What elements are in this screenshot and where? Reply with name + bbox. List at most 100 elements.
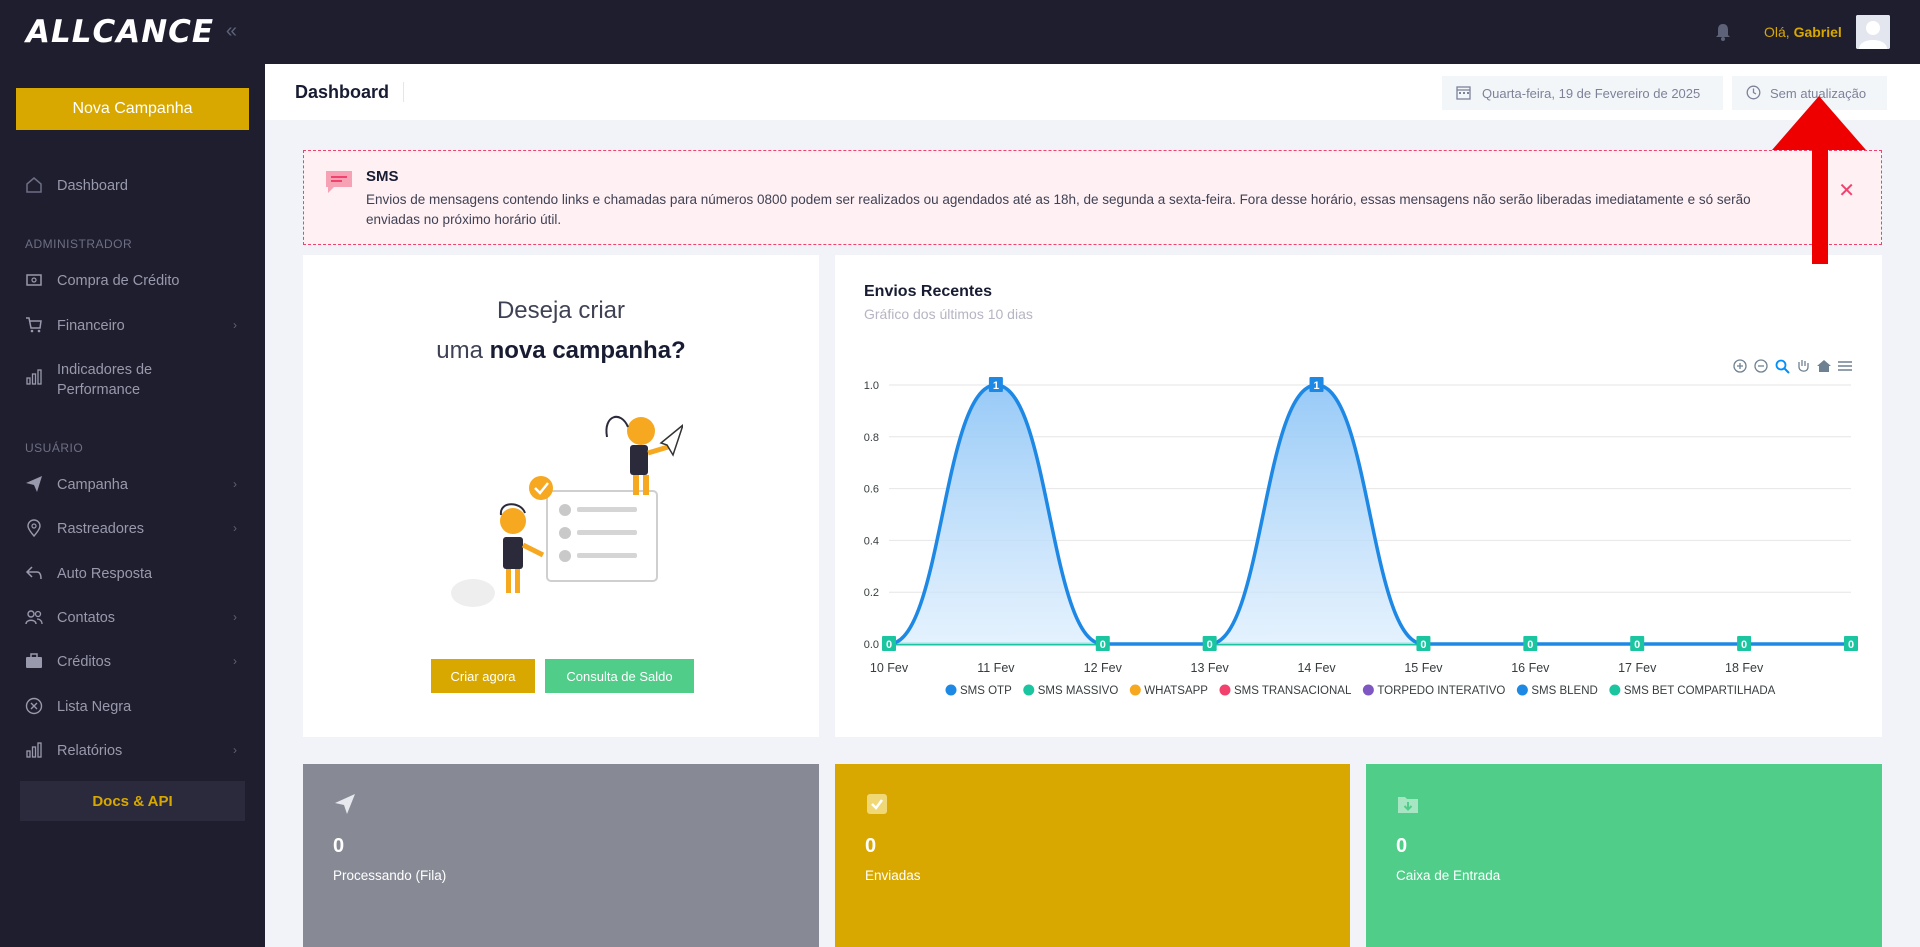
legend-marker	[1609, 684, 1621, 696]
legend-label: SMS BET COMPARTILHADA	[1624, 685, 1776, 697]
map-pin-icon	[27, 519, 41, 537]
legend-marker	[1219, 684, 1231, 696]
docs-api-button[interactable]: Docs & API	[20, 781, 245, 821]
data-label: 0	[1207, 639, 1213, 651]
x-tick-label: 16 Fev	[1511, 661, 1550, 675]
reply-icon	[25, 566, 42, 580]
alert-title: SMS	[366, 168, 399, 185]
x-tick-label: 10 Fev	[870, 661, 909, 675]
section-admin: ADMINISTRADOR	[25, 237, 133, 251]
stat-value: 0	[1396, 835, 1408, 857]
sidebar-item-label: Indicadores de Performance	[57, 362, 153, 398]
red-annotation-arrow	[1772, 96, 1866, 264]
check-balance-button[interactable]: Consulta de Saldo	[545, 659, 694, 693]
chevron-right-icon: ›	[233, 743, 237, 757]
clock-icon	[1746, 85, 1761, 100]
stat-value: 0	[333, 835, 345, 857]
stat-sent[interactable]: 0 Enviadas	[835, 764, 1350, 947]
check-square-icon	[867, 794, 887, 814]
legend-label: SMS MASSIVO	[1038, 685, 1119, 697]
chevron-right-icon: ›	[233, 318, 237, 332]
legend-label: SMS BLEND	[1531, 685, 1597, 697]
cart-icon	[26, 317, 42, 333]
recent-sends-chart-card: Envios Recentes Gráfico dos últimos 10 d…	[835, 255, 1882, 737]
users-icon	[25, 610, 43, 625]
chevron-right-icon: ›	[233, 654, 237, 668]
area-chart[interactable]: 0.0 0.2 0.4 0.6 0.8 1.0 10 Fev 11 Fev 12 Fev 13 F…	[835, 255, 1882, 737]
campaign-illustration	[451, 415, 683, 607]
collapse-sidebar-icon[interactable]: «	[226, 20, 237, 43]
x-tick-label: 11 Fev	[977, 661, 1015, 675]
dollar-icon	[26, 274, 42, 286]
cta-title-prefix: uma	[436, 337, 483, 364]
chevron-right-icon: ›	[233, 610, 237, 624]
legend-marker	[1023, 684, 1035, 696]
x-tick-label: 18 Fev	[1725, 661, 1764, 675]
sidebar-item-label: Auto Resposta	[57, 566, 153, 582]
legend-label: TORPEDO INTERATIVO	[1377, 685, 1505, 697]
user-greeting[interactable]: Olá, Gabriel	[1764, 24, 1842, 40]
data-label: 0	[1527, 639, 1533, 651]
create-now-button[interactable]: Criar agora	[431, 659, 535, 693]
x-tick-label: 13 Fev	[1191, 661, 1230, 675]
legend-marker	[1129, 684, 1141, 696]
stat-inbox[interactable]: 0 Caixa de Entrada	[1366, 764, 1882, 947]
cta-title-line2: uma nova campanha?	[303, 337, 819, 365]
sms-alert: SMS Envios de mensagens contendo links e…	[303, 150, 1882, 245]
stat-label: Caixa de Entrada	[1396, 868, 1501, 883]
y-tick-label: 0.2	[864, 587, 879, 599]
data-label: 0	[886, 639, 892, 651]
sidebar-item-label: Lista Negra	[57, 699, 132, 715]
sidebar: ALLCANCE « Nova Campanha Dashboard ADMIN…	[0, 0, 265, 947]
y-tick-label: 0.4	[864, 535, 879, 547]
avatar[interactable]	[1856, 15, 1890, 49]
stat-value: 0	[865, 835, 877, 857]
paper-plane-icon	[335, 794, 355, 814]
data-label: 0	[1100, 639, 1106, 651]
legend-label: SMS TRANSACIONAL	[1234, 685, 1352, 697]
data-label: 0	[1634, 639, 1640, 651]
sidebar-item-label: Contatos	[57, 610, 116, 626]
sidebar-item-label: Rastreadores	[57, 521, 145, 537]
close-circle-icon	[25, 697, 43, 715]
data-label: 1	[1313, 380, 1319, 392]
date-text: Quarta-feira, 19 de Fevereiro de 2025	[1482, 85, 1701, 101]
new-campaign-button[interactable]: Nova Campanha	[16, 88, 249, 130]
subheader: Dashboard Quarta-feira, 19 de Fevereiro …	[265, 64, 1920, 120]
legend-marker	[1516, 684, 1528, 696]
page-title: Dashboard	[295, 82, 390, 102]
home-icon	[26, 177, 42, 193]
username: Gabriel	[1793, 24, 1842, 40]
calendar-icon	[1456, 86, 1471, 100]
divider	[403, 82, 404, 102]
bell-icon[interactable]	[1713, 22, 1733, 42]
x-tick-label: 14 Fev	[1297, 661, 1336, 675]
data-label: 1	[993, 380, 999, 392]
x-tick-label: 15 Fev	[1404, 661, 1443, 675]
cta-title-bold: nova campanha?	[489, 337, 686, 364]
user-silhouette-icon	[1856, 15, 1890, 49]
sidebar-item-label: Campanha	[57, 477, 128, 493]
sidebar-item-label: Compra de Crédito	[57, 273, 180, 289]
topbar	[265, 0, 1920, 64]
greeting-text: Olá,	[1764, 24, 1790, 40]
stat-processing[interactable]: 0 Processando (Fila)	[303, 764, 819, 947]
cta-title-line1: Deseja criar	[496, 297, 626, 324]
bar-chart-icon	[26, 742, 42, 758]
stat-label: Processando (Fila)	[333, 868, 447, 883]
brand: ALLCANCE «	[0, 0, 265, 64]
data-label: 0	[1420, 639, 1426, 651]
paper-plane-icon	[26, 476, 42, 492]
chevron-right-icon: ›	[233, 477, 237, 491]
briefcase-icon	[26, 653, 42, 668]
y-tick-label: 1.0	[864, 380, 879, 392]
date-chip[interactable]: Quarta-feira, 19 de Fevereiro de 2025	[1442, 76, 1723, 110]
sidebar-item-label: Relatórios	[57, 743, 123, 759]
y-tick-label: 0.0	[864, 639, 879, 651]
message-icon	[326, 171, 352, 193]
sidebar-item-label: Créditos	[57, 654, 111, 670]
legend-label: SMS OTP	[960, 685, 1012, 697]
section-user: USUÁRIO	[25, 441, 84, 455]
data-label: 0	[1741, 639, 1747, 651]
brand-logo[interactable]: ALLCANCE	[26, 14, 214, 50]
